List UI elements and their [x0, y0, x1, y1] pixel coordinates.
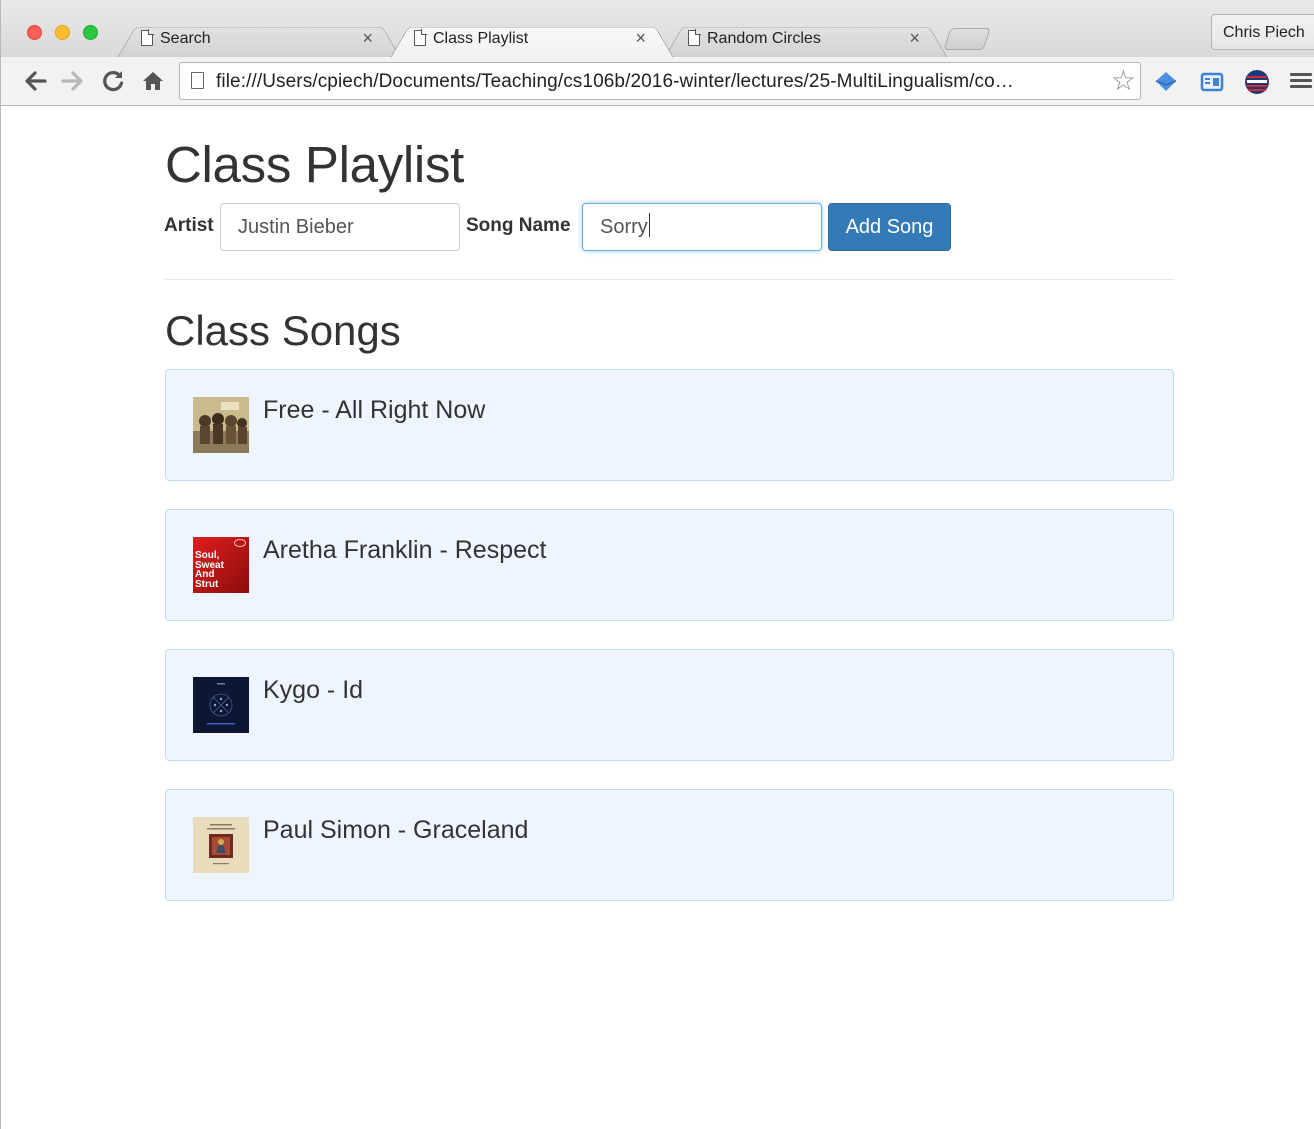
- back-button[interactable]: [21, 67, 49, 95]
- address-bar[interactable]: file:///Users/cpiech/Documents/Teaching/…: [179, 62, 1141, 100]
- divider: [165, 279, 1174, 280]
- page-icon: [414, 29, 427, 46]
- browser-toolbar: file:///Users/cpiech/Documents/Teaching/…: [1, 57, 1314, 106]
- flag-badge-button[interactable]: [1244, 69, 1270, 95]
- tab-strip: Search × Random Circles × Class Playlist…: [1, 0, 1314, 58]
- artist-input-value: Justin Bieber: [238, 216, 354, 238]
- tab-class-playlist[interactable]: Class Playlist ×: [390, 21, 674, 58]
- home-icon: [143, 72, 163, 90]
- tab-label: Search: [160, 30, 211, 47]
- tab-search[interactable]: Search ×: [117, 21, 401, 58]
- home-button[interactable]: [139, 67, 167, 95]
- song-card: Paul Simon - Graceland: [165, 789, 1174, 901]
- hamburger-menu-icon[interactable]: [1290, 70, 1312, 92]
- artist-label: Artist: [164, 215, 214, 236]
- profile-name: Chris Piech: [1223, 24, 1305, 41]
- song-title: Kygo - Id: [263, 676, 364, 704]
- kygo-album-art: [193, 677, 249, 733]
- song-card: Kygo - Id: [165, 649, 1174, 761]
- bookmark-star-icon[interactable]: ☆: [1111, 64, 1136, 97]
- zoom-window-button[interactable]: [83, 25, 98, 40]
- minimize-window-button[interactable]: [55, 25, 70, 40]
- song-name-input[interactable]: Sorry: [582, 203, 822, 251]
- cast-icon: [1200, 72, 1224, 92]
- reload-icon: [103, 71, 124, 92]
- flag-badge-icon: [1245, 70, 1269, 94]
- tab-close-icon[interactable]: ×: [635, 28, 646, 49]
- song-name-label: Song Name: [466, 215, 571, 236]
- forward-button[interactable]: [59, 67, 87, 95]
- forward-arrow-icon: [61, 71, 83, 91]
- profile-button[interactable]: Chris Piech: [1211, 14, 1314, 50]
- song-card: Soul, Sweat And Strut Aretha Franklin - …: [165, 509, 1174, 621]
- extension-icon: [1155, 72, 1177, 91]
- tab-random-circles[interactable]: Random Circles ×: [664, 21, 948, 58]
- tab-label: Random Circles: [707, 30, 821, 47]
- extension-button[interactable]: [1153, 69, 1179, 95]
- graceland-album-art: [193, 817, 249, 873]
- song-title: Paul Simon - Graceland: [263, 816, 529, 844]
- back-arrow-icon: [25, 71, 47, 91]
- tab-close-icon[interactable]: ×: [362, 28, 373, 49]
- reload-button[interactable]: [99, 67, 127, 95]
- page-icon: [191, 72, 204, 89]
- class-songs-heading: Class Songs: [165, 307, 401, 354]
- tab-close-icon[interactable]: ×: [909, 28, 920, 49]
- text-caret: [648, 213, 650, 237]
- url-text[interactable]: file:///Users/cpiech/Documents/Teaching/…: [216, 71, 1014, 93]
- soul-sweat-strut-album-art: Soul, Sweat And Strut: [193, 537, 249, 593]
- song-title: Free - All Right Now: [263, 396, 486, 424]
- free-album-art: [193, 397, 249, 453]
- cast-button[interactable]: [1199, 69, 1225, 95]
- page-icon: [688, 29, 701, 46]
- artist-input[interactable]: Justin Bieber: [220, 203, 460, 251]
- song-card: Free - All Right Now: [165, 369, 1174, 481]
- new-tab-button[interactable]: [943, 28, 991, 50]
- browser-window: Search × Random Circles × Class Playlist…: [0, 0, 1314, 1129]
- song-name-input-value: Sorry: [600, 216, 648, 238]
- page-content: Class Playlist Artist Justin Bieber Song…: [11, 107, 1314, 1129]
- tab-label: Class Playlist: [433, 30, 529, 47]
- song-title: Aretha Franklin - Respect: [263, 536, 547, 564]
- close-window-button[interactable]: [27, 25, 42, 40]
- album-art-text: Strut: [195, 578, 219, 590]
- page-title: Class Playlist: [165, 136, 465, 193]
- add-song-button[interactable]: Add Song: [828, 203, 951, 251]
- page-icon: [141, 29, 154, 46]
